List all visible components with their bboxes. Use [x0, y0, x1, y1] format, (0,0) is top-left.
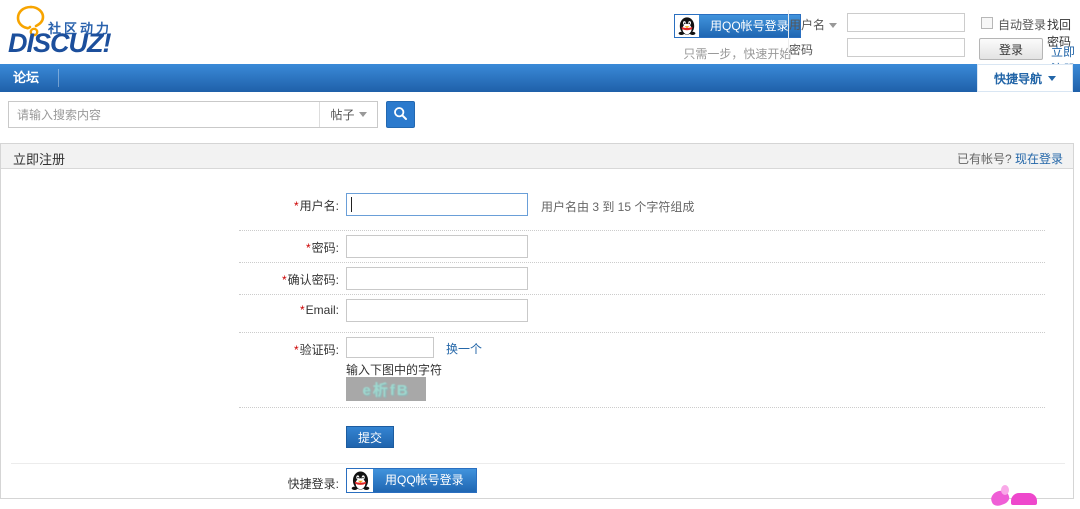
password-label: *密码: [1, 239, 339, 256]
username-hint: 用户名由 3 到 15 个字符组成 [541, 198, 694, 215]
confirm-password-input[interactable] [346, 267, 528, 290]
captcha-image[interactable]: e析fB [346, 377, 426, 401]
login-button[interactable]: 登录 [979, 38, 1043, 60]
required-mark: * [294, 199, 299, 213]
qq-login-button[interactable]: 用QQ帐号登录 [674, 14, 801, 38]
register-form: *用户名: 用户名由 3 到 15 个字符组成 *密码: *确认密码: *Ema… [1, 169, 1073, 499]
required-mark: * [306, 241, 311, 255]
row-separator [239, 332, 1045, 333]
email-label: *Email: [1, 303, 339, 317]
password-label-text: 密码: [312, 241, 339, 255]
qq-login-button-label: 用QQ帐号登录 [699, 15, 800, 37]
text-caret [351, 197, 352, 212]
top-username-input[interactable] [847, 13, 965, 32]
row-separator [239, 407, 1045, 408]
submit-row: 提交 [1, 426, 1073, 450]
pink-mascot-decoration [985, 485, 1045, 509]
section-separator [11, 463, 1065, 464]
search-icon [393, 106, 408, 124]
captcha-image-text: e析fB [362, 379, 409, 400]
quick-login-row: 快捷登录: 用QQ帐号登录 [1, 468, 1073, 496]
chevron-down-icon [359, 112, 367, 117]
top-password-input[interactable] [847, 38, 965, 57]
captcha-instruction: 输入下图中的字符 [346, 361, 442, 378]
required-mark: * [300, 303, 305, 317]
chevron-down-icon [1048, 76, 1056, 81]
required-mark: * [294, 343, 299, 357]
main-navbar: 论坛 快捷导航 [0, 64, 1080, 92]
auto-login-label: 自动登录 [998, 16, 1046, 33]
top-username-label[interactable]: 用户名 [789, 16, 837, 33]
search-scope-label: 帖子 [330, 106, 354, 123]
required-mark: * [282, 273, 287, 287]
pink-blob [1011, 493, 1037, 505]
top-login-form: 用户名 自动登录 找回密码 密码 登录 立即注册 [788, 10, 1080, 58]
qq-quick-login-block: 用QQ帐号登录 只需一步，快速开始 [674, 14, 801, 62]
discuz-logo[interactable]: 社区动力 DISCUZ! [6, 2, 176, 62]
search-button[interactable] [386, 101, 415, 128]
confirm-password-row: *确认密码: [1, 267, 1073, 295]
row-separator [239, 262, 1045, 263]
search-box: 帖子 [8, 101, 378, 128]
chevron-down-icon [829, 23, 837, 28]
email-label-text: Email: [306, 303, 339, 317]
username-label-text: 用户名: [300, 199, 339, 213]
top-password-label: 密码 [789, 41, 813, 58]
qq-login-button-bottom-label: 用QQ帐号登录 [373, 469, 476, 492]
pink-blob [1001, 485, 1009, 495]
titlebar-right: 已有帐号? 现在登录 [957, 150, 1063, 167]
submit-button[interactable]: 提交 [346, 426, 394, 448]
username-row: *用户名: 用户名由 3 到 15 个字符组成 [1, 193, 1073, 221]
register-panel: 立即注册 已有帐号? 现在登录 *用户名: 用户名由 3 到 15 个字符组成 … [0, 143, 1074, 499]
search-row: 帖子 [0, 92, 1080, 140]
captcha-label: *验证码: [1, 341, 339, 358]
confirm-password-label: *确认密码: [1, 271, 339, 288]
have-account-text: 已有帐号? [957, 152, 1012, 166]
password-row: *密码: [1, 235, 1073, 263]
nav-tab-forum[interactable]: 论坛 [13, 64, 39, 92]
logo-brand-text: DISCUZ! [8, 30, 111, 57]
top-username-label-text: 用户名 [789, 18, 825, 32]
page-title: 立即注册 [13, 149, 65, 168]
quick-login-label: 快捷登录: [1, 475, 339, 492]
login-now-link[interactable]: 现在登录 [1015, 152, 1063, 166]
qq-penguin-icon [347, 469, 373, 492]
qq-quick-subtitle: 只需一步，快速开始 [674, 45, 801, 62]
confirm-password-label-text: 确认密码: [288, 273, 339, 287]
qq-login-button-bottom[interactable]: 用QQ帐号登录 [346, 468, 477, 493]
username-input[interactable] [346, 193, 528, 216]
captcha-input[interactable] [346, 337, 434, 358]
email-input[interactable] [346, 299, 528, 322]
search-scope-dropdown[interactable]: 帖子 [319, 102, 377, 127]
qq-penguin-icon [675, 15, 699, 37]
captcha-refresh-link[interactable]: 换一个 [446, 340, 482, 357]
row-separator [239, 294, 1045, 295]
quick-navigation-button[interactable]: 快捷导航 [977, 64, 1073, 92]
captcha-row: *验证码: 换一个 输入下图中的字符 e析fB [1, 337, 1073, 403]
header: 社区动力 DISCUZ! 用QQ帐号登录 只需一步，快 [0, 0, 1080, 64]
password-input[interactable] [346, 235, 528, 258]
nav-separator [58, 69, 59, 87]
quick-navigation-label: 快捷导航 [994, 70, 1042, 87]
auto-login-checkbox[interactable] [981, 17, 993, 29]
register-panel-titlebar: 立即注册 已有帐号? 现在登录 [1, 144, 1073, 169]
captcha-label-text: 验证码: [300, 343, 339, 357]
username-label: *用户名: [1, 197, 339, 214]
search-input[interactable] [9, 102, 319, 127]
row-separator [239, 230, 1045, 231]
email-row: *Email: [1, 299, 1073, 327]
